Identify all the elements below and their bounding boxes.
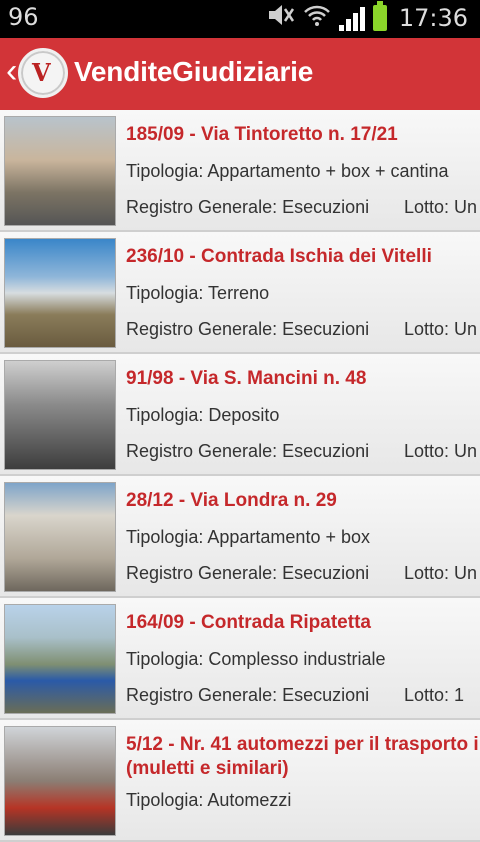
app-logo[interactable]: V xyxy=(18,48,68,98)
listing-thumbnail xyxy=(4,116,116,226)
status-bar: 96 17:36 xyxy=(0,0,480,38)
listing-title: 185/09 - Via Tintoretto n. 17/21 xyxy=(126,124,398,145)
status-time: 17:36 xyxy=(398,4,468,32)
listing-title: 91/98 - Via S. Mancini n. 48 xyxy=(126,368,367,389)
listing-title: 28/12 - Via Londra n. 29 xyxy=(126,490,337,511)
listing-lotto: Lotto: Un xyxy=(404,319,478,339)
listing-registro: Registro Generale: Esecuzioni xyxy=(126,319,370,339)
wifi-icon xyxy=(303,3,331,33)
signal-icon xyxy=(338,5,365,31)
listing-title: 5/12 - Nr. 41 automezzi per il trasporto… xyxy=(126,734,479,779)
status-icons: 17:36 xyxy=(265,1,468,33)
listing-tipologia: Tipologia: Automezzi xyxy=(126,790,292,810)
battery-icon xyxy=(372,1,387,31)
listing-thumbnail xyxy=(4,482,116,592)
listing-thumbnail xyxy=(4,726,116,836)
logo-letter: V xyxy=(32,58,51,87)
list-item[interactable]: 236/10 - Contrada Ischia dei Vitelli Tip… xyxy=(0,232,480,354)
listing-tipologia: Tipologia: Appartamento + box + cantina xyxy=(126,161,449,181)
listing-title: 164/09 - Contrada Ripatetta xyxy=(126,612,371,633)
listings-list: 185/09 - Via Tintoretto n. 17/21 Tipolog… xyxy=(0,110,480,842)
list-item[interactable]: 91/98 - Via S. Mancini n. 48 Tipologia: … xyxy=(0,354,480,476)
listing-title: 236/10 - Contrada Ischia dei Vitelli xyxy=(126,246,432,267)
listing-lotto: Lotto: Un xyxy=(404,563,478,583)
listing-lotto: Lotto: Un xyxy=(404,197,478,217)
listing-thumbnail xyxy=(4,604,116,714)
list-item[interactable]: 185/09 - Via Tintoretto n. 17/21 Tipolog… xyxy=(0,110,480,232)
chevron-left-icon[interactable]: ‹ xyxy=(6,54,17,88)
listing-tipologia: Tipologia: Complesso industriale xyxy=(126,649,386,669)
mute-icon xyxy=(265,3,295,33)
listing-registro: Registro Generale: Esecuzioni xyxy=(126,685,370,705)
listing-lotto: Lotto: Un xyxy=(404,441,478,461)
app-title: VenditeGiudiziarie xyxy=(74,56,314,87)
listing-lotto: Lotto: 1 xyxy=(404,685,465,705)
status-left-text: 96 xyxy=(8,3,39,31)
list-item[interactable]: 164/09 - Contrada Ripatetta Tipologia: C… xyxy=(0,598,480,720)
listing-tipologia: Tipologia: Deposito xyxy=(126,405,280,425)
listing-registro: Registro Generale: Esecuzioni xyxy=(126,197,370,217)
listing-thumbnail xyxy=(4,238,116,348)
app-bar: ‹ V VenditeGiudiziarie xyxy=(0,38,480,110)
list-item[interactable]: 28/12 - Via Londra n. 29 Tipologia: Appa… xyxy=(0,476,480,598)
list-item[interactable]: 5/12 - Nr. 41 automezzi per il trasporto… xyxy=(0,720,480,842)
listing-registro: Registro Generale: Esecuzioni xyxy=(126,563,370,583)
listing-tipologia: Tipologia: Terreno xyxy=(126,283,270,303)
listing-tipologia: Tipologia: Appartamento + box xyxy=(126,527,370,547)
listing-thumbnail xyxy=(4,360,116,470)
listing-registro: Registro Generale: Esecuzioni xyxy=(126,441,370,461)
